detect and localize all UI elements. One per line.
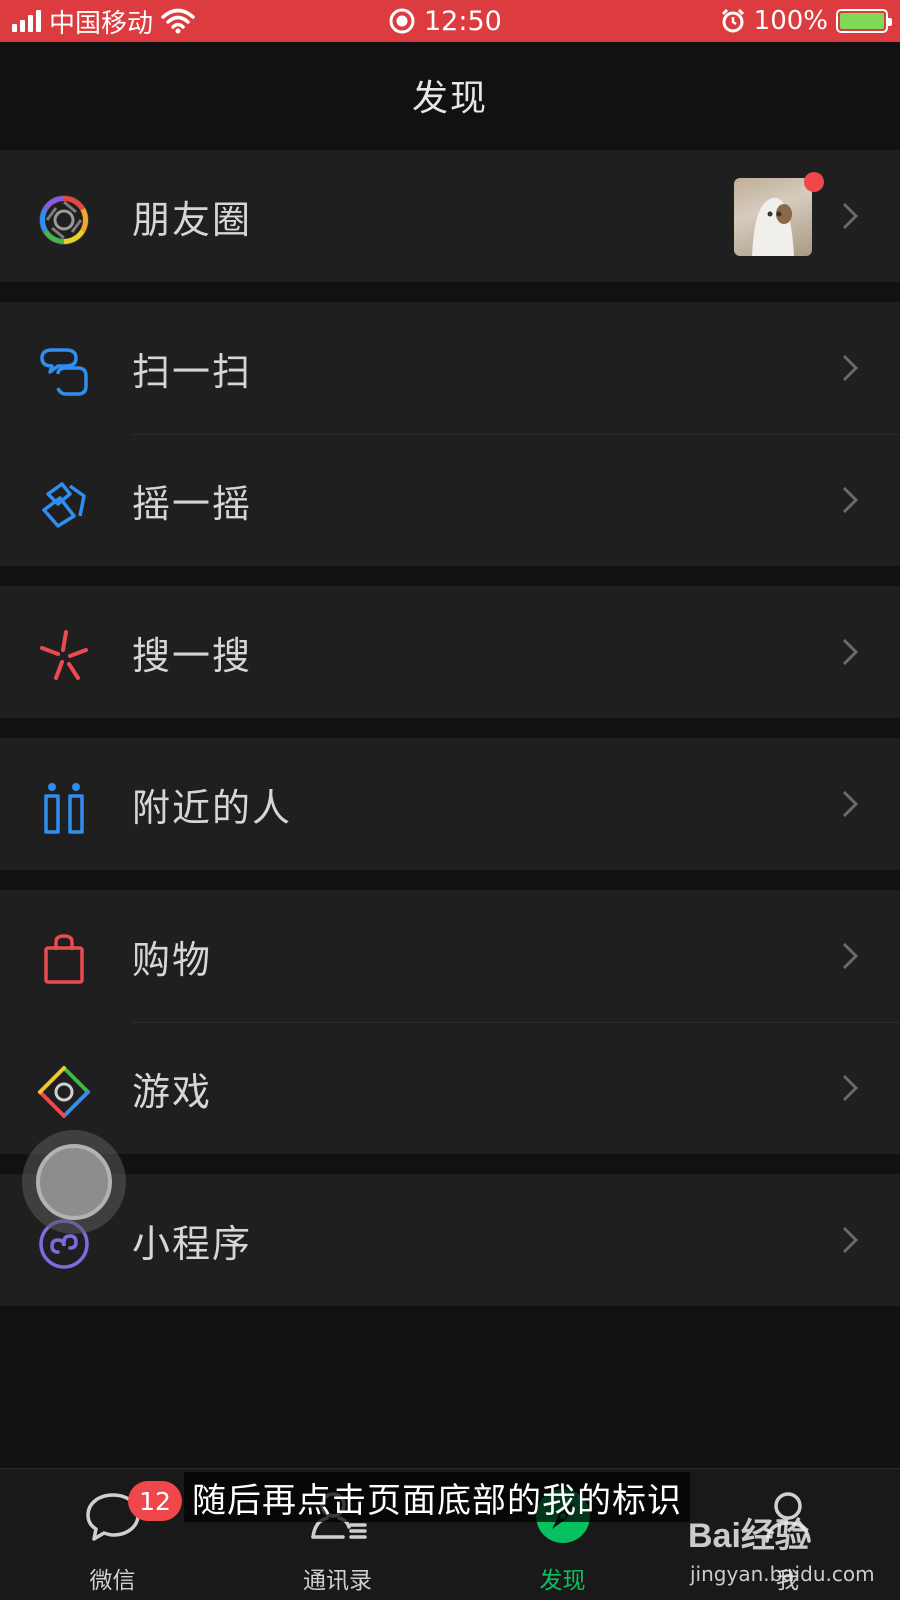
battery-icon bbox=[836, 9, 892, 33]
baidu-jingyan-watermark: Bai经验 jingyan.baidu.com bbox=[688, 1508, 888, 1592]
status-bar: 中国移动 12:50 100% bbox=[0, 0, 900, 42]
signal-icon bbox=[12, 10, 41, 32]
menu-item-scan[interactable]: 扫一扫 bbox=[0, 302, 900, 434]
video-caption: 随后再点击页面底部的我的标识 bbox=[184, 1472, 690, 1522]
menu-item-shake[interactable]: 摇一摇 bbox=[0, 434, 900, 566]
menu-group-mini-programs: 小程序 bbox=[0, 1174, 900, 1306]
status-right: 100% bbox=[720, 0, 892, 42]
moments-latest-thumbnail bbox=[734, 178, 812, 256]
tab-label-discover: 发现 bbox=[539, 1568, 586, 1594]
menu-label-mini-programs: 小程序 bbox=[132, 1221, 253, 1266]
tab-label-contacts: 通讯录 bbox=[303, 1568, 372, 1594]
menu-label-games: 游戏 bbox=[132, 1069, 213, 1114]
menu-label-shopping: 购物 bbox=[132, 937, 213, 982]
menu-group-shopping-games: 购物 游戏 bbox=[0, 890, 900, 1154]
games-diamond-icon bbox=[36, 1064, 92, 1120]
page-header: 发现 bbox=[0, 42, 900, 148]
battery-percent: 100% bbox=[753, 6, 828, 36]
status-left: 中国移动 bbox=[12, 0, 195, 42]
chevron-right-icon bbox=[842, 790, 859, 818]
chevron-right-icon bbox=[842, 942, 859, 970]
menu-group-nearby: 附近的人 bbox=[0, 738, 900, 870]
tab-label-chats: 微信 bbox=[89, 1568, 136, 1594]
recording-icon bbox=[389, 8, 415, 34]
menu-item-search[interactable]: 搜一搜 bbox=[0, 586, 900, 718]
unread-badge: 12 bbox=[128, 1481, 182, 1521]
chevron-right-icon bbox=[842, 354, 859, 382]
wifi-icon bbox=[161, 8, 195, 34]
chevron-right-icon bbox=[842, 486, 859, 514]
page-title: 发现 bbox=[411, 78, 488, 119]
menu-group-moments: 朋友圈 bbox=[0, 150, 900, 282]
chevron-right-icon bbox=[842, 1074, 859, 1102]
menu-item-mini-programs[interactable]: 小程序 bbox=[0, 1174, 900, 1306]
carrier-name: 中国移动 bbox=[49, 8, 154, 39]
shopping-bag-icon bbox=[36, 932, 92, 988]
menu-label-search: 搜一搜 bbox=[132, 633, 253, 678]
chevron-right-icon bbox=[842, 1226, 859, 1254]
status-center: 12:50 bbox=[388, 0, 502, 42]
watermark-logo: Bai经验 bbox=[688, 1517, 809, 1555]
scan-icon bbox=[36, 344, 92, 400]
assistive-touch-button[interactable] bbox=[22, 1130, 126, 1234]
clock: 12:50 bbox=[424, 5, 502, 37]
shake-icon bbox=[36, 476, 92, 532]
menu-label-shake: 摇一摇 bbox=[132, 481, 253, 526]
menu-item-nearby[interactable]: 附近的人 bbox=[0, 738, 900, 870]
people-nearby-icon bbox=[36, 780, 92, 836]
chevron-right-icon bbox=[842, 638, 859, 666]
menu-label-scan: 扫一扫 bbox=[132, 349, 253, 394]
moments-aperture-icon bbox=[36, 192, 92, 248]
menu-item-moments[interactable]: 朋友圈 bbox=[0, 150, 900, 282]
assistive-touch-core bbox=[36, 1144, 112, 1220]
menu-group-scan-shake: 扫一扫 摇一摇 bbox=[0, 302, 900, 566]
chevron-right-icon bbox=[842, 202, 859, 230]
menu-item-shopping[interactable]: 购物 bbox=[0, 890, 900, 1022]
menu-label-moments: 朋友圈 bbox=[132, 197, 253, 242]
search-sparkle-icon bbox=[36, 628, 92, 684]
menu-label-nearby: 附近的人 bbox=[132, 785, 293, 830]
menu-item-games[interactable]: 游戏 bbox=[0, 1022, 900, 1154]
alarm-icon bbox=[721, 8, 744, 33]
menu-group-search: 搜一搜 bbox=[0, 586, 900, 718]
watermark-url: jingyan.baidu.com bbox=[690, 1562, 875, 1586]
discover-menu: 朋友圈 扫一扫 摇一摇 搜一搜 附近的人 购物 游戏 小程序 bbox=[0, 150, 900, 1326]
moments-new-dot bbox=[804, 172, 824, 192]
